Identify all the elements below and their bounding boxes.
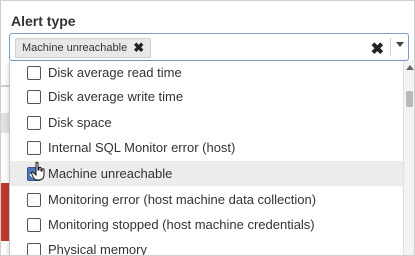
alert-type-multiselect[interactable]: Machine unreachable ✖ ✖ <box>9 33 409 61</box>
option-checkbox[interactable] <box>27 65 41 80</box>
option-label: Machine unreachable <box>48 166 173 181</box>
option-checkbox[interactable] <box>27 89 41 104</box>
option-disk-space[interactable]: Disk space <box>10 110 403 135</box>
option-physical-memory[interactable]: Physical memory <box>10 237 403 256</box>
option-monitoring-error-host-machine-data-collection[interactable]: Monitoring error (host machine data coll… <box>10 187 403 212</box>
scrollbar-thumb[interactable] <box>406 91 413 107</box>
option-checkbox[interactable] <box>27 242 41 255</box>
clear-all-icon[interactable]: ✖ <box>371 39 384 59</box>
background-row-edge <box>1 85 9 87</box>
option-label: Disk space <box>48 115 112 130</box>
option-label: Monitoring stopped (host machine credent… <box>48 217 315 232</box>
chevron-down-icon[interactable] <box>396 42 404 47</box>
option-label: Disk average write time <box>48 89 184 104</box>
option-internal-sql-monitor-error-host[interactable]: Internal SQL Monitor error (host) <box>10 135 403 160</box>
option-checkbox[interactable] <box>27 217 41 232</box>
dropdown-scrollbar[interactable] <box>403 61 414 255</box>
scroll-up-icon[interactable] <box>406 65 414 70</box>
option-checkbox[interactable] <box>27 115 41 130</box>
option-machine-unreachable[interactable]: Machine unreachable <box>10 161 403 186</box>
option-monitoring-stopped-host-machine-credentials[interactable]: Monitoring stopped (host machine credent… <box>10 212 403 237</box>
hand-pointer-icon <box>31 161 45 181</box>
option-label: Internal SQL Monitor error (host) <box>48 140 236 155</box>
option-label: Physical memory <box>48 242 147 256</box>
option-disk-average-read-time[interactable]: Disk average read time <box>10 61 403 85</box>
alert-type-panel: Alert type Machine unreachable ✖ ✖ Disk … <box>0 0 415 256</box>
option-checkbox[interactable] <box>27 140 41 155</box>
selected-tag: Machine unreachable ✖ <box>15 38 152 58</box>
tag-remove-icon[interactable]: ✖ <box>133 39 144 57</box>
selected-tag-label: Machine unreachable <box>22 42 128 54</box>
option-checkbox[interactable] <box>27 192 41 207</box>
option-disk-average-write-time[interactable]: Disk average write time <box>10 84 403 109</box>
option-label: Monitoring error (host machine data coll… <box>48 192 317 207</box>
divider <box>390 38 391 56</box>
options-dropdown: Disk average read time Disk average write… <box>9 61 414 256</box>
option-label: Disk average read time <box>48 65 182 80</box>
alert-type-label: Alert type <box>11 13 76 29</box>
background-row-edge <box>1 113 9 133</box>
